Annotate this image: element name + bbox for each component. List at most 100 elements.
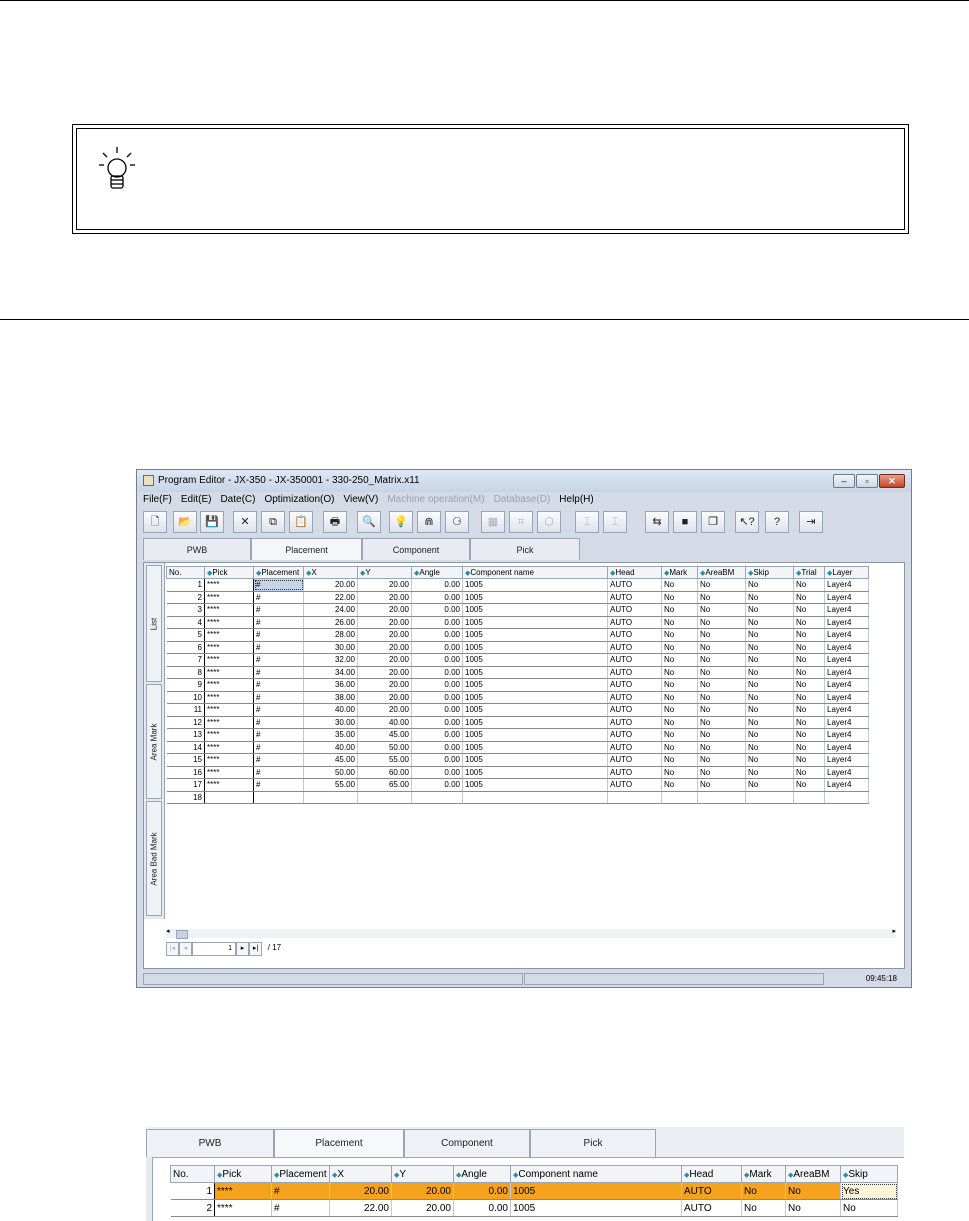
cell-y[interactable]: 20.00 <box>357 678 412 692</box>
cell-head[interactable]: AUTO <box>607 778 662 792</box>
record-number-input[interactable]: 1 <box>192 942 236 956</box>
cell-mark[interactable]: No <box>661 653 698 667</box>
cell-mark[interactable]: No <box>661 616 698 629</box>
cell-pick[interactable]: **** <box>204 716 254 729</box>
cell-head[interactable]: AUTO <box>681 1199 742 1217</box>
cell-mark[interactable]: No <box>741 1182 786 1200</box>
cell-y[interactable]: 55.00 <box>357 753 412 767</box>
cell-skip[interactable]: Yes <box>840 1182 898 1200</box>
cell-trial[interactable]: No <box>793 703 825 717</box>
table-row[interactable]: 4 **** #26.00 20.00 0.00 1005 AUTO No No No No Laye… <box>166 616 869 629</box>
zoom-tab-pick[interactable]: Pick <box>530 1129 656 1157</box>
cell-head[interactable]: AUTO <box>607 666 662 679</box>
cell-pick[interactable]: **** <box>204 628 254 642</box>
cell-mark[interactable] <box>661 791 698 804</box>
lightbulb-button[interactable]: 💡 <box>389 511 413 533</box>
cell-trial[interactable]: No <box>793 641 825 654</box>
cell-angle[interactable]: 0.00 <box>411 716 463 729</box>
cell-layer[interactable]: Layer4 <box>824 591 869 604</box>
column-header-trial[interactable]: ◆Trial <box>793 566 825 579</box>
side-tab-area-mark[interactable]: Area Mark <box>146 684 162 799</box>
feeder-button[interactable]: ⌗ <box>509 511 533 533</box>
cell-component-name[interactable]: 1005 <box>462 616 608 629</box>
cell-pick[interactable]: **** <box>214 1199 272 1217</box>
cell-x[interactable]: 36.00 <box>303 678 358 692</box>
menu-help-h[interactable]: Help(H) <box>559 492 593 508</box>
minimize-button[interactable]: – <box>833 474 855 488</box>
cell-layer[interactable] <box>824 791 869 804</box>
machine-a-button[interactable]: ⌶ <box>575 511 599 533</box>
column-header-angle[interactable]: ◆Angle <box>453 1165 511 1183</box>
column-header-pick[interactable]: ◆Pick <box>214 1165 272 1183</box>
cell-mark[interactable]: No <box>661 591 698 604</box>
cell-x[interactable]: 30.00 <box>303 641 358 654</box>
cell-angle[interactable]: 0.00 <box>411 591 463 604</box>
cell-component-name[interactable]: 1005 <box>462 728 608 742</box>
cell-pick[interactable]: **** <box>204 778 254 792</box>
cell-skip[interactable]: No <box>745 603 794 617</box>
cell-trial[interactable]: No <box>793 578 825 592</box>
table-row[interactable]: 7 **** #32.00 20.00 0.00 1005 AUTO No No No No Laye… <box>166 653 869 667</box>
cell-head[interactable]: AUTO <box>607 591 662 604</box>
cell-placement[interactable]: # <box>253 728 304 742</box>
last-record-button[interactable]: ▸| <box>249 942 262 956</box>
scroll-left-icon[interactable]: ◂ <box>166 927 170 935</box>
cell-areabm[interactable]: No <box>697 766 746 779</box>
cell-placement[interactable]: # <box>253 591 304 604</box>
cell-areabm[interactable]: No <box>697 641 746 654</box>
cell-layer[interactable]: Layer4 <box>824 653 869 667</box>
table-row[interactable]: 18 <box>166 791 869 804</box>
cell-skip[interactable]: No <box>745 778 794 792</box>
cell-layer[interactable]: Layer4 <box>824 641 869 654</box>
cell-placement[interactable]: # <box>253 678 304 692</box>
cell-pick[interactable] <box>204 791 254 804</box>
table-row[interactable]: 1 **** #20.00 20.00 0.00 1005 AUTO No No Yes <box>170 1182 898 1200</box>
cell-skip[interactable]: No <box>745 616 794 629</box>
cell-x[interactable]: 55.00 <box>303 778 358 792</box>
cell-areabm[interactable]: No <box>697 778 746 792</box>
cell-angle[interactable]: 0.00 <box>411 578 463 592</box>
cell-no[interactable]: 12 <box>166 716 205 729</box>
menu-date-c[interactable]: Date(C) <box>220 492 255 508</box>
column-header-head[interactable]: ◆Head <box>681 1165 742 1183</box>
cell-y[interactable]: 20.00 <box>391 1182 454 1200</box>
cell-component-name[interactable]: 1005 <box>462 666 608 679</box>
cell-trial[interactable]: No <box>793 666 825 679</box>
cell-placement[interactable]: # <box>253 691 304 704</box>
cell-trial[interactable]: No <box>793 728 825 742</box>
cell-skip[interactable]: No <box>745 591 794 604</box>
layers-button[interactable]: ❐ <box>701 511 725 533</box>
machine-b-button[interactable]: ⌶ <box>603 511 627 533</box>
cell-component-name[interactable]: 1005 <box>462 678 608 692</box>
cell-layer[interactable]: Layer4 <box>824 678 869 692</box>
cell-skip[interactable]: No <box>840 1199 898 1217</box>
cell-y[interactable]: 45.00 <box>357 728 412 742</box>
cell-areabm[interactable]: No <box>697 616 746 629</box>
table-row[interactable]: 2 **** #22.00 20.00 0.00 1005 AUTO No No No No Laye… <box>166 591 869 604</box>
cell-x[interactable]: 45.00 <box>303 753 358 767</box>
cell-y[interactable]: 40.00 <box>357 716 412 729</box>
cell-head[interactable]: AUTO <box>607 766 662 779</box>
cell-trial[interactable]: No <box>793 653 825 667</box>
cell-x[interactable]: 20.00 <box>329 1182 392 1200</box>
cell-areabm[interactable]: No <box>697 666 746 679</box>
cell-angle[interactable]: 0.00 <box>411 653 463 667</box>
column-header-layer[interactable]: ◆Layer <box>824 566 869 579</box>
cell-layer[interactable]: Layer4 <box>824 753 869 767</box>
menu-view-v[interactable]: View(V) <box>343 492 378 508</box>
print-button[interactable]: 🖶 <box>323 511 347 533</box>
side-tab-area-bad-mark[interactable]: Area Bad Mark <box>146 801 162 916</box>
cell-no[interactable]: 3 <box>166 603 205 617</box>
open-folder-button[interactable]: 📂 <box>173 511 197 533</box>
cell-head[interactable]: AUTO <box>607 753 662 767</box>
column-header-skip[interactable]: ◆Skip <box>745 566 794 579</box>
column-header-x[interactable]: ◆X <box>329 1165 392 1183</box>
close-button[interactable]: ✕ <box>879 474 905 488</box>
table-row[interactable]: 14 **** #40.00 50.00 0.00 1005 AUTO No No No No Lay… <box>166 741 869 754</box>
cell-pick[interactable]: **** <box>204 741 254 754</box>
cell-y[interactable]: 20.00 <box>391 1199 454 1217</box>
cell-head[interactable]: AUTO <box>607 741 662 754</box>
copy-button[interactable]: ⧉ <box>261 511 285 533</box>
cell-trial[interactable]: No <box>793 691 825 704</box>
cell-trial[interactable]: No <box>793 766 825 779</box>
